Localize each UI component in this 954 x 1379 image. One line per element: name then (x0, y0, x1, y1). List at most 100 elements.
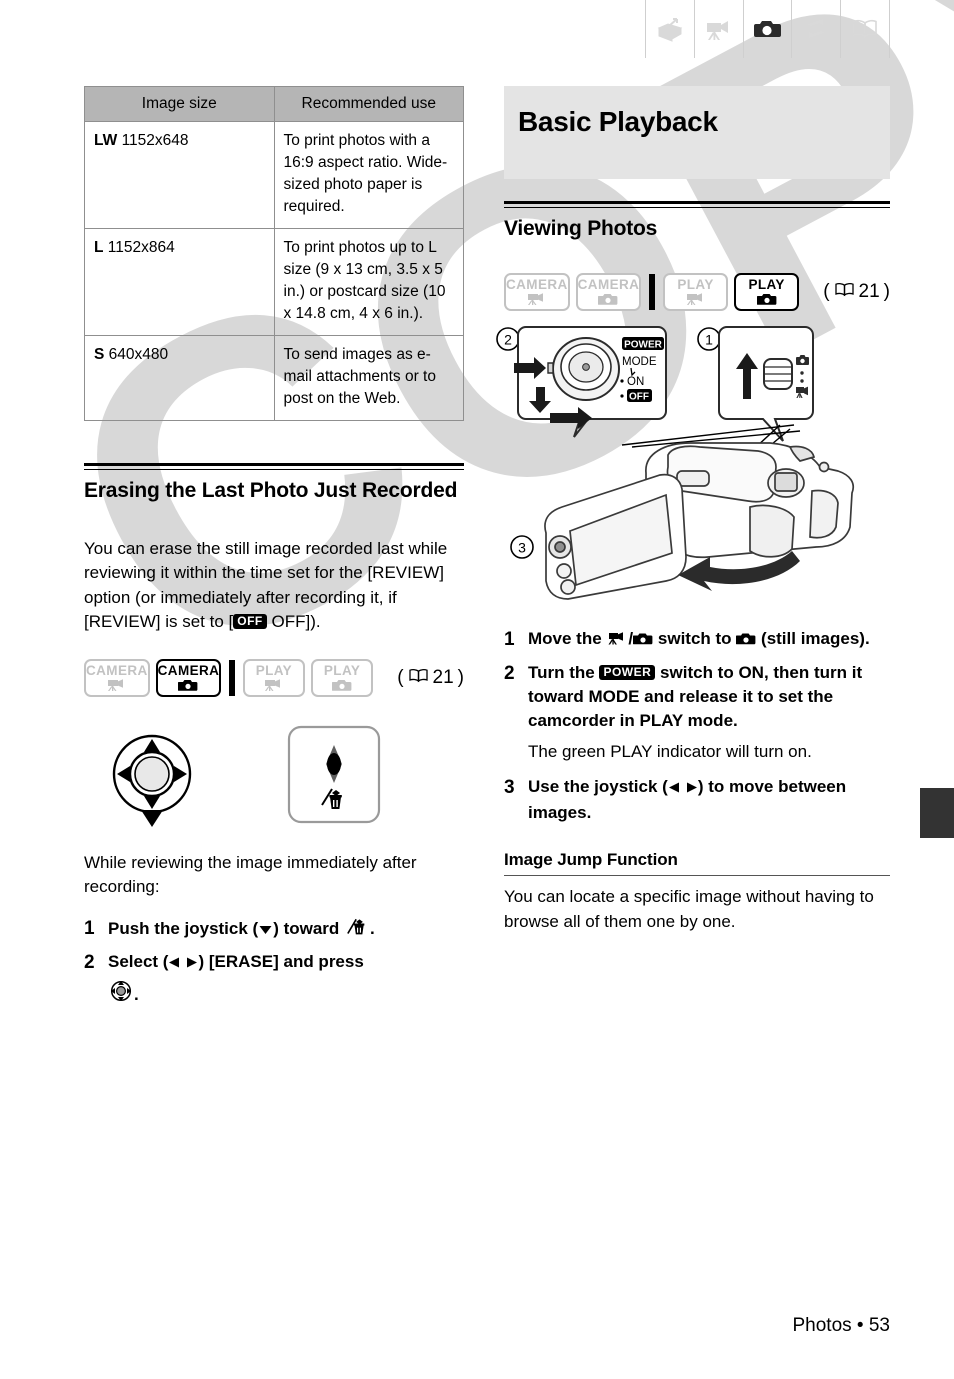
step-trailing: . (134, 985, 139, 1005)
mode-badge-camera-photo: CAMERA (155, 658, 222, 697)
step-text-after: ) [ERASE] and press (198, 951, 364, 971)
photo-camera-icon (752, 14, 782, 44)
chapter-tab-book[interactable] (840, 0, 890, 58)
page-footer: Photos • 53 (792, 1315, 891, 1336)
step-text-before: Push the joystick ( (108, 918, 259, 938)
mode-badge-play-photo: PLAY (310, 658, 374, 697)
chapter-tab-intro-box[interactable] (645, 0, 694, 58)
book-reference-icon (408, 667, 429, 689)
viewing-steps: 1 Move the / switch to (still images). 2… (504, 627, 890, 825)
dial-label-mode: MODE (622, 356, 657, 368)
size-code: L (94, 239, 104, 256)
callout-2-power-dial: 2 POWER MODE ON OFF (496, 326, 667, 438)
chapter-tab-exchange[interactable] (791, 0, 840, 58)
table-row: S 640x480 To send images as e-mail attac… (84, 335, 464, 421)
mode-badge-row-erasing: CAMERA CAMERA PLAY PLAY (21) (84, 658, 464, 697)
video-camera-icon (106, 679, 128, 692)
step-text-part1: Move the (528, 629, 602, 648)
off-badge: OFF (233, 614, 267, 630)
page-reference-erasing: ( 21) (397, 667, 464, 689)
page-number: 21 (858, 281, 880, 302)
video-camera-icon (263, 679, 285, 692)
mode-badge-label: PLAY (255, 662, 293, 678)
mode-badge-camera-video: CAMERA (504, 273, 570, 311)
erasing-intro-paragraph: You can erase the still image recorded l… (84, 537, 464, 635)
step-text-part3: switch to (657, 629, 732, 648)
callout-number-2: 2 (504, 332, 512, 348)
exchange-arrows-icon (801, 14, 831, 44)
step-item: 1 Move the / switch to (still images). (504, 627, 890, 654)
intro-box-icon (655, 14, 685, 44)
joystick-press-icon (108, 980, 134, 1009)
cell-image-size: LW 1152x648 (84, 121, 275, 229)
chapter-title-band: Basic Playback (504, 86, 890, 179)
step-text-part1: Use the joystick ( (528, 776, 668, 796)
cell-image-size: S 640x480 (84, 335, 275, 421)
subsection-heading-image-jump: Image Jump Function (504, 850, 678, 870)
mode-badge-label: CAMERA (86, 662, 148, 678)
still-camera-icon (756, 293, 777, 306)
mode-badge-label: CAMERA (157, 662, 220, 678)
camcorder-icon (704, 14, 734, 44)
paren-open: ( (397, 666, 404, 688)
trash-erase-icon (346, 916, 368, 943)
step-number: 2 (504, 662, 515, 684)
step-text-part1: Turn the (528, 662, 595, 682)
page-reference-viewing: ( 21) (823, 281, 890, 303)
chapter-tab-camcorder[interactable] (693, 0, 743, 58)
still-camera-icon (632, 629, 653, 653)
table-row: LW 1152x648 To print photos with a 16:9 … (84, 121, 464, 229)
mode-badge-label: CAMERA (577, 276, 640, 292)
chapter-tab-photo-camera[interactable] (742, 0, 792, 58)
step-number: 2 (84, 951, 95, 973)
cell-recommended-use: To print photos up to L size (9 x 13 cm,… (273, 228, 464, 336)
section-divider (84, 463, 464, 470)
mode-badge-camera-video: CAMERA (84, 658, 150, 697)
callout-3-joystick: 3 (510, 535, 534, 559)
step-item: 2 Turn the POWER switch to ON, then turn… (504, 661, 890, 733)
step-number: 3 (504, 776, 515, 798)
mode-badge-label: PLAY (677, 276, 714, 292)
step-trailing: . (370, 918, 375, 938)
video-camera-icon (526, 293, 548, 306)
mode-badge-play-video: PLAY (242, 658, 305, 697)
step-text-part4: (still images). (761, 629, 870, 648)
mode-badge-label: PLAY (323, 662, 361, 678)
joystick-guide-erase-box (287, 725, 381, 823)
still-camera-icon (735, 629, 756, 653)
step-text-before: Select ( (108, 951, 169, 971)
page-number: 21 (432, 666, 454, 688)
erasing-steps: 1 Push the joystick () toward . 2 Select… (84, 916, 464, 1009)
video-camera-icon (685, 293, 707, 306)
mode-group-separator (649, 274, 656, 310)
mode-badge-label: PLAY (748, 276, 785, 292)
size-pixels: 640x480 (108, 346, 169, 363)
section-divider (504, 201, 890, 208)
mode-group-separator (229, 659, 235, 696)
step-text: Push the joystick () toward . (108, 916, 375, 943)
step-text: Select ( ) [ERASE] and press . (108, 950, 364, 1009)
dial-label-off: OFF (629, 391, 649, 402)
step-item: 3 Use the joystick () to move between im… (504, 775, 890, 825)
paren-close: ) (457, 666, 464, 688)
step-item: 2 Select ( ) [ERASE] and press . (84, 950, 464, 1009)
arrow-left-right-icon (668, 777, 698, 801)
size-code: LW (94, 132, 118, 149)
mode-badge-play-photo: PLAY (734, 273, 800, 311)
dial-label-on: ON (627, 376, 644, 388)
joystick-figure-erasing (84, 719, 464, 829)
section-heading-erasing: Erasing the Last Photo Just Recorded (84, 479, 458, 502)
size-pixels: 1152x864 (107, 239, 175, 256)
step-text: Move the / switch to (still images). (528, 627, 870, 654)
callout-number-3: 3 (518, 540, 526, 556)
still-camera-icon (598, 293, 618, 306)
image-jump-body: You can locate a specific image without … (504, 887, 874, 931)
video-camera-icon (606, 629, 628, 653)
step-number: 1 (84, 917, 95, 939)
step-number: 1 (504, 629, 515, 650)
step-item: 1 Push the joystick () toward . (84, 916, 464, 943)
column-header-image-size: Image size (84, 86, 275, 122)
callout-1-mode-switch: 1 (697, 326, 814, 442)
callout-number-1: 1 (705, 332, 713, 348)
arrow-left-right-icon (168, 952, 198, 976)
